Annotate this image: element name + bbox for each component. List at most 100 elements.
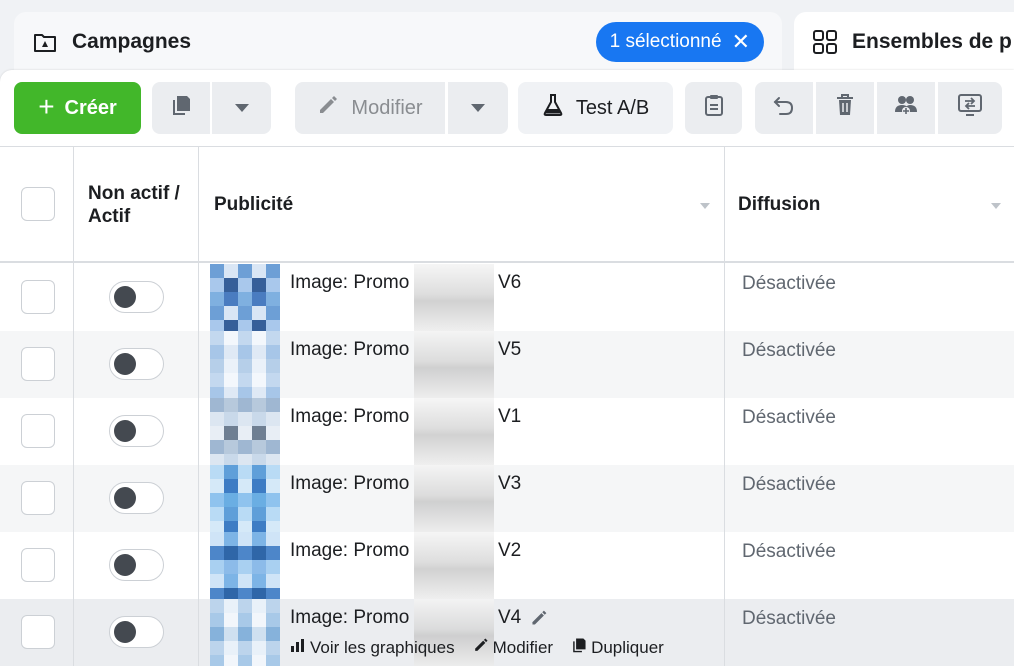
table-row[interactable]: Image: Promo V2 Désactivée — [0, 532, 1014, 599]
duplicate-dropdown-button[interactable] — [212, 82, 271, 134]
ad-thumbnail[interactable] — [210, 599, 280, 666]
row-checkbox[interactable] — [21, 481, 55, 515]
chevron-down-icon — [471, 104, 485, 112]
pencil-icon — [317, 94, 339, 122]
tab-campaigns-label: Campagnes — [72, 30, 192, 53]
ad-version[interactable]: V5 — [498, 339, 521, 361]
ad-thumbnail[interactable] — [210, 398, 280, 465]
ads-panel: + Créer Modifier Test A/B Non actif / Ac… — [0, 70, 1014, 666]
toggle-knob — [114, 554, 136, 576]
tab-bar: Campagnes 1 sélectionné ✕ Ensembles de p — [0, 0, 1014, 72]
ad-version[interactable]: V2 — [498, 540, 521, 562]
sort-caret-icon[interactable] — [991, 203, 1001, 209]
compare-icon — [957, 93, 983, 123]
duplicate-icon — [571, 637, 587, 658]
folder-flag-icon — [32, 29, 58, 55]
ad-name[interactable]: Image: Promo — [290, 406, 409, 428]
table-row[interactable]: Image: Promo V1 Désactivée — [0, 398, 1014, 465]
toggle-knob — [114, 487, 136, 509]
column-divider — [724, 146, 725, 666]
ad-thumbnail[interactable] — [210, 264, 280, 331]
toggle-knob — [114, 420, 136, 442]
view-charts-link[interactable]: Voir les graphiques — [290, 637, 455, 658]
undo-icon — [772, 94, 796, 122]
row-checkbox[interactable] — [21, 414, 55, 448]
table-row[interactable]: Image: Promo V6 Désactivée — [0, 264, 1014, 331]
duplicate-button[interactable] — [152, 82, 210, 134]
column-header-delivery[interactable]: Diffusion — [738, 147, 1008, 262]
pencil-icon[interactable] — [530, 609, 548, 632]
redacted-text — [414, 331, 494, 398]
table-header: Non actif / Actif Publicité Diffusion — [0, 146, 1014, 263]
flask-icon — [542, 93, 564, 123]
edit-button[interactable]: Modifier — [295, 82, 445, 134]
ad-thumbnail[interactable] — [210, 532, 280, 599]
toggle-knob — [114, 353, 136, 375]
row-checkbox[interactable] — [21, 615, 55, 649]
edit-link-label: Modifier — [492, 637, 554, 657]
sort-caret-icon[interactable] — [700, 203, 710, 209]
ad-version[interactable]: V4 — [498, 607, 521, 629]
active-toggle[interactable] — [109, 482, 164, 514]
toggle-knob — [114, 286, 136, 308]
audience-icon — [893, 94, 919, 122]
edit-link[interactable]: Modifier — [473, 637, 553, 658]
ad-version[interactable]: V1 — [498, 406, 521, 428]
clipboard-button[interactable] — [685, 82, 742, 134]
audience-button[interactable] — [877, 82, 935, 134]
duplicate-icon — [170, 94, 192, 122]
row-checkbox[interactable] — [21, 548, 55, 582]
create-button-label: Créer — [64, 96, 117, 119]
table-row[interactable]: Image: Promo V5 Désactivée — [0, 331, 1014, 398]
abtest-button-label: Test A/B — [575, 96, 650, 119]
toggle-knob — [114, 621, 136, 643]
ad-name[interactable]: Image: Promo — [290, 473, 409, 495]
delivery-status: Désactivée — [742, 608, 836, 629]
ad-version[interactable]: V6 — [498, 272, 521, 294]
ad-name[interactable]: Image: Promo — [290, 339, 409, 361]
ad-name[interactable]: Image: Promo — [290, 540, 409, 562]
ad-thumbnail[interactable] — [210, 465, 280, 532]
delivery-status: Désactivée — [742, 541, 836, 562]
delete-button[interactable] — [816, 82, 874, 134]
edit-dropdown-button[interactable] — [448, 82, 508, 134]
abtest-button[interactable]: Test A/B — [518, 82, 673, 134]
active-toggle[interactable] — [109, 281, 164, 313]
compare-button[interactable] — [938, 82, 1002, 134]
column-header-toggle[interactable]: Non actif / Actif — [88, 147, 188, 262]
tab-adsets-label: Ensembles de p — [852, 30, 1012, 53]
tab-adsets[interactable]: Ensembles de p — [794, 12, 1014, 72]
column-divider — [198, 146, 199, 666]
trash-icon — [835, 93, 855, 123]
active-toggle[interactable] — [109, 415, 164, 447]
active-toggle[interactable] — [109, 616, 164, 648]
active-toggle[interactable] — [109, 348, 164, 380]
row-checkbox[interactable] — [21, 347, 55, 381]
ad-version[interactable]: V3 — [498, 473, 521, 495]
toolbar: + Créer Modifier Test A/B — [0, 70, 1014, 146]
duplicate-link-label: Dupliquer — [591, 637, 664, 657]
select-all-checkbox[interactable] — [21, 187, 55, 221]
redacted-text — [414, 264, 494, 331]
ad-name[interactable]: Image: Promo — [290, 272, 409, 294]
create-button[interactable]: + Créer — [14, 82, 141, 134]
duplicate-link[interactable]: Dupliquer — [571, 637, 664, 658]
ad-thumbnail[interactable] — [210, 331, 280, 398]
active-toggle[interactable] — [109, 549, 164, 581]
table-row[interactable]: Image: Promo V4 Désactivée Voir les graphiq… — [0, 599, 1014, 666]
grid-icon — [812, 29, 838, 55]
clipboard-icon — [704, 93, 724, 123]
table-row[interactable]: Image: Promo V3 Désactivée — [0, 465, 1014, 532]
bar-chart-icon — [290, 637, 306, 658]
chevron-down-icon — [234, 104, 249, 112]
tab-campaigns[interactable]: Campagnes 1 sélectionné ✕ — [14, 12, 782, 72]
close-icon[interactable]: ✕ — [732, 31, 750, 53]
selected-count-pill[interactable]: 1 sélectionné ✕ — [595, 22, 764, 62]
undo-button[interactable] — [755, 82, 813, 134]
delivery-status: Désactivée — [742, 340, 836, 361]
ad-name[interactable]: Image: Promo — [290, 607, 409, 629]
redacted-text — [414, 398, 494, 465]
selected-count-label: 1 sélectionné — [609, 31, 722, 52]
column-header-ad[interactable]: Publicité — [214, 147, 714, 262]
row-checkbox[interactable] — [21, 280, 55, 314]
